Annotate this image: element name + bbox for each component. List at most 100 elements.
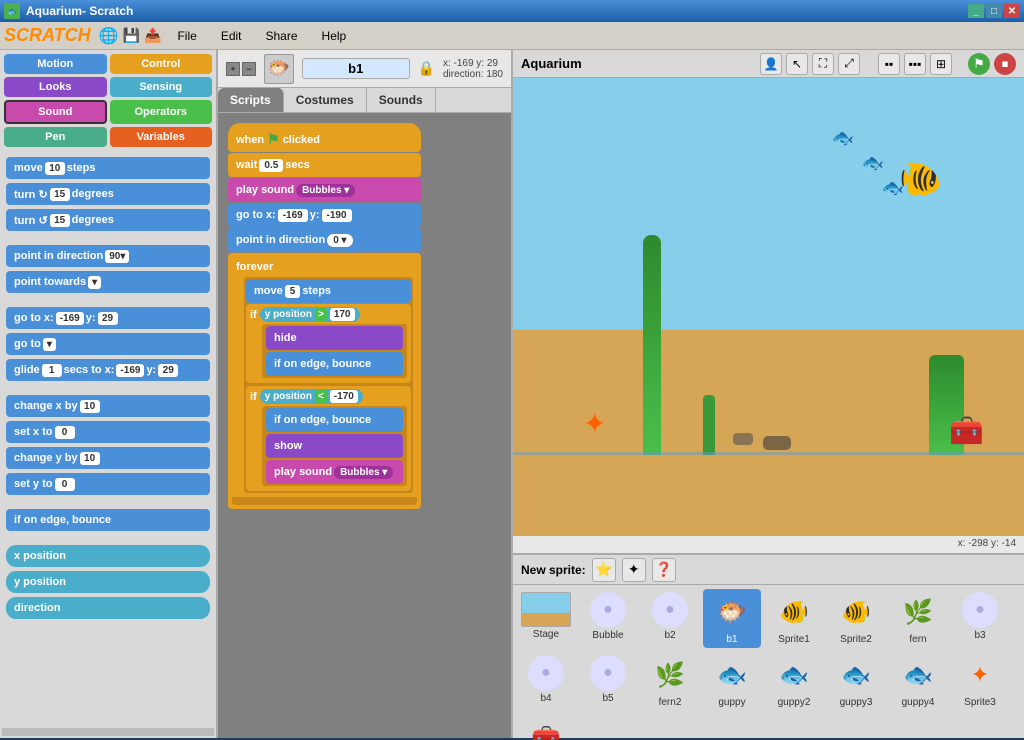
layout-btn-2[interactable]: ▪▪▪ bbox=[904, 53, 926, 75]
fish-orange-1[interactable]: 🐠 bbox=[899, 158, 944, 200]
cat-control[interactable]: Control bbox=[110, 54, 213, 74]
scrollbar[interactable] bbox=[2, 728, 214, 736]
sprite-item-fern[interactable]: 🌿 fern bbox=[889, 589, 947, 648]
layout-btn-1[interactable]: ▪▪ bbox=[878, 53, 900, 75]
sprite-item-fern2[interactable]: 🌿 fern2 bbox=[641, 652, 699, 711]
blocks-list: move 10 steps turn ↻ 15 degrees turn ↺ 1… bbox=[0, 151, 216, 726]
block-point-direction[interactable]: point in direction 90▾ bbox=[6, 245, 210, 267]
sb-if-2[interactable]: if y position < -170 if on edge, bounce … bbox=[246, 386, 411, 491]
sb-hide[interactable]: hide bbox=[266, 326, 403, 350]
fish-green-1[interactable]: 🐟 bbox=[832, 128, 854, 149]
cat-motion[interactable]: Motion bbox=[4, 54, 107, 74]
sb-when-flag[interactable]: when ⚑ clicked bbox=[228, 123, 421, 152]
minimize-button[interactable]: _ bbox=[968, 4, 984, 18]
sprite-item-guppy[interactable]: 🐟 guppy bbox=[703, 652, 761, 711]
collapse-btn[interactable]: − bbox=[242, 62, 256, 76]
scripts-area[interactable]: when ⚑ clicked wait 0.5 secs play sound … bbox=[218, 113, 511, 738]
starfish-sprite[interactable]: ✦ bbox=[583, 407, 606, 440]
sb-play-sound-1[interactable]: play sound Bubbles ▾ bbox=[228, 178, 421, 202]
sprite-name[interactable]: b1 bbox=[302, 58, 410, 79]
fish-green-2[interactable]: 🐟 bbox=[862, 153, 884, 174]
tab-costumes[interactable]: Costumes bbox=[284, 88, 367, 112]
stage-controls: 👤 ↖ ⛶ ⤢ ▪▪ ▪▪▪ ⊞ ⚑ ⏹ bbox=[760, 53, 1016, 75]
sb-if-1[interactable]: if y position > 170 hide if on edge, bou… bbox=[246, 304, 411, 383]
block-turn-cw[interactable]: turn ↻ 15 degrees bbox=[6, 183, 210, 205]
green-flag-button[interactable]: ⚑ bbox=[968, 53, 990, 75]
sb-show[interactable]: show bbox=[266, 434, 403, 458]
block-change-x[interactable]: change x by 10 bbox=[6, 395, 210, 417]
sprite-item-bubble[interactable]: ● Bubble bbox=[579, 589, 637, 648]
layout-btn-3[interactable]: ⊞ bbox=[930, 53, 952, 75]
block-move[interactable]: move 10 steps bbox=[6, 157, 210, 179]
sprite-icon-b3: ● bbox=[962, 592, 998, 628]
sprite-item-b4[interactable]: ● b4 bbox=[517, 652, 575, 711]
person-icon[interactable]: 👤 bbox=[760, 53, 782, 75]
menu-share[interactable]: Share bbox=[262, 27, 302, 45]
block-turn-ccw[interactable]: turn ↺ 15 degrees bbox=[6, 209, 210, 231]
sprite-tray: New sprite: ⭐ ✦ ❓ Stage ● Bubble ● b2 bbox=[513, 553, 1024, 738]
block-point-towards[interactable]: point towards ▾ bbox=[6, 271, 210, 293]
save-icon[interactable]: 💾 bbox=[123, 27, 140, 44]
cat-sensing[interactable]: Sensing bbox=[110, 77, 213, 97]
sprite-item-stage[interactable]: Stage bbox=[517, 589, 575, 648]
sb-wait[interactable]: wait 0.5 secs bbox=[228, 153, 421, 177]
block-glide[interactable]: glide 1 secs to x: -169 y: 29 bbox=[6, 359, 210, 381]
maximize-button[interactable]: □ bbox=[986, 4, 1002, 18]
sprite-item-sprite3[interactable]: ✦ Sprite3 bbox=[951, 652, 1009, 711]
sb-play-sound-2[interactable]: play sound Bubbles ▾ bbox=[266, 460, 403, 484]
menu-file[interactable]: File bbox=[173, 27, 200, 45]
block-bounce[interactable]: if on edge, bounce bbox=[6, 509, 210, 531]
block-direction[interactable]: direction bbox=[6, 597, 210, 619]
sprite-item-b2[interactable]: ● b2 bbox=[641, 589, 699, 648]
sprite-item-b3[interactable]: ● b3 bbox=[951, 589, 1009, 648]
cat-sound[interactable]: Sound bbox=[4, 100, 107, 124]
block-y-position[interactable]: y position bbox=[6, 571, 210, 593]
stage-area[interactable]: 🐠 🐟 🐟 🐟 ✦ 🧰 bbox=[513, 78, 1024, 535]
stamp-sprite-btn[interactable]: ✦ bbox=[622, 558, 646, 582]
sb-bounce-2[interactable]: if on edge, bounce bbox=[266, 408, 403, 432]
expand-stage-icon[interactable]: ⤢ bbox=[838, 53, 860, 75]
upload-icon[interactable]: 📤 bbox=[144, 27, 161, 44]
sprite-item-b5[interactable]: ● b5 bbox=[579, 652, 637, 711]
tab-sounds[interactable]: Sounds bbox=[367, 88, 436, 112]
chest-sprite[interactable]: 🧰 bbox=[949, 414, 984, 447]
block-goto[interactable]: go to ▾ bbox=[6, 333, 210, 355]
menubar: SCRATCH 🌐 💾 📤 File Edit Share Help bbox=[0, 22, 1024, 50]
sb-goto-xy[interactable]: go to x: -169 y: -190 bbox=[228, 203, 421, 227]
cursor-icon[interactable]: ↖ bbox=[786, 53, 808, 75]
cat-pen[interactable]: Pen bbox=[4, 127, 107, 147]
menu-help[interactable]: Help bbox=[318, 27, 351, 45]
block-set-x[interactable]: set x to 0 bbox=[6, 421, 210, 443]
block-change-y[interactable]: change y by 10 bbox=[6, 447, 210, 469]
block-x-position[interactable]: x position bbox=[6, 545, 210, 567]
sprite-item-guppy4[interactable]: 🐟 guppy4 bbox=[889, 652, 947, 711]
fullscreen-icon[interactable]: ⛶ bbox=[812, 53, 834, 75]
cat-looks[interactable]: Looks bbox=[4, 77, 107, 97]
paint-sprite-btn[interactable]: ⭐ bbox=[592, 558, 616, 582]
cat-variables[interactable]: Variables bbox=[110, 127, 213, 147]
sprite-item-guppy2[interactable]: 🐟 guppy2 bbox=[765, 652, 823, 711]
sprite-item-sprite2[interactable]: 🐠 Sprite2 bbox=[827, 589, 885, 648]
sprite-item-guppy3[interactable]: 🐟 guppy3 bbox=[827, 652, 885, 711]
sprite-label-fern2: fern2 bbox=[659, 697, 682, 708]
surprise-sprite-btn[interactable]: ❓ bbox=[652, 558, 676, 582]
sprite-item-b1[interactable]: 🐡 b1 bbox=[703, 589, 761, 648]
sprite-item-chest[interactable]: 🧰 chest bbox=[517, 715, 575, 740]
block-goto-xy[interactable]: go to x: -169 y: 29 bbox=[6, 307, 210, 329]
sprite-label-sprite1: Sprite1 bbox=[778, 634, 810, 645]
block-set-y[interactable]: set y to 0 bbox=[6, 473, 210, 495]
stop-button[interactable]: ⏹ bbox=[994, 53, 1016, 75]
sb-bounce-1[interactable]: if on edge, bounce bbox=[266, 352, 403, 376]
lock-icon[interactable]: 🔒 bbox=[418, 60, 435, 77]
tab-scripts[interactable]: Scripts bbox=[218, 88, 284, 112]
globe-icon[interactable]: 🌐 bbox=[99, 26, 119, 46]
close-button[interactable]: ✕ bbox=[1004, 4, 1020, 18]
main-layout: Motion Control Looks Sensing Sound Opera… bbox=[0, 50, 1024, 738]
cat-operators[interactable]: Operators bbox=[110, 100, 213, 124]
menu-edit[interactable]: Edit bbox=[217, 27, 246, 45]
sprite-item-sprite1[interactable]: 🐠 Sprite1 bbox=[765, 589, 823, 648]
sb-point-direction[interactable]: point in direction 0 ▾ bbox=[228, 228, 421, 252]
expand-btn[interactable]: + bbox=[226, 62, 240, 76]
fish-green-3[interactable]: 🐟 bbox=[882, 178, 904, 199]
sb-move[interactable]: move 5 steps bbox=[246, 279, 411, 303]
